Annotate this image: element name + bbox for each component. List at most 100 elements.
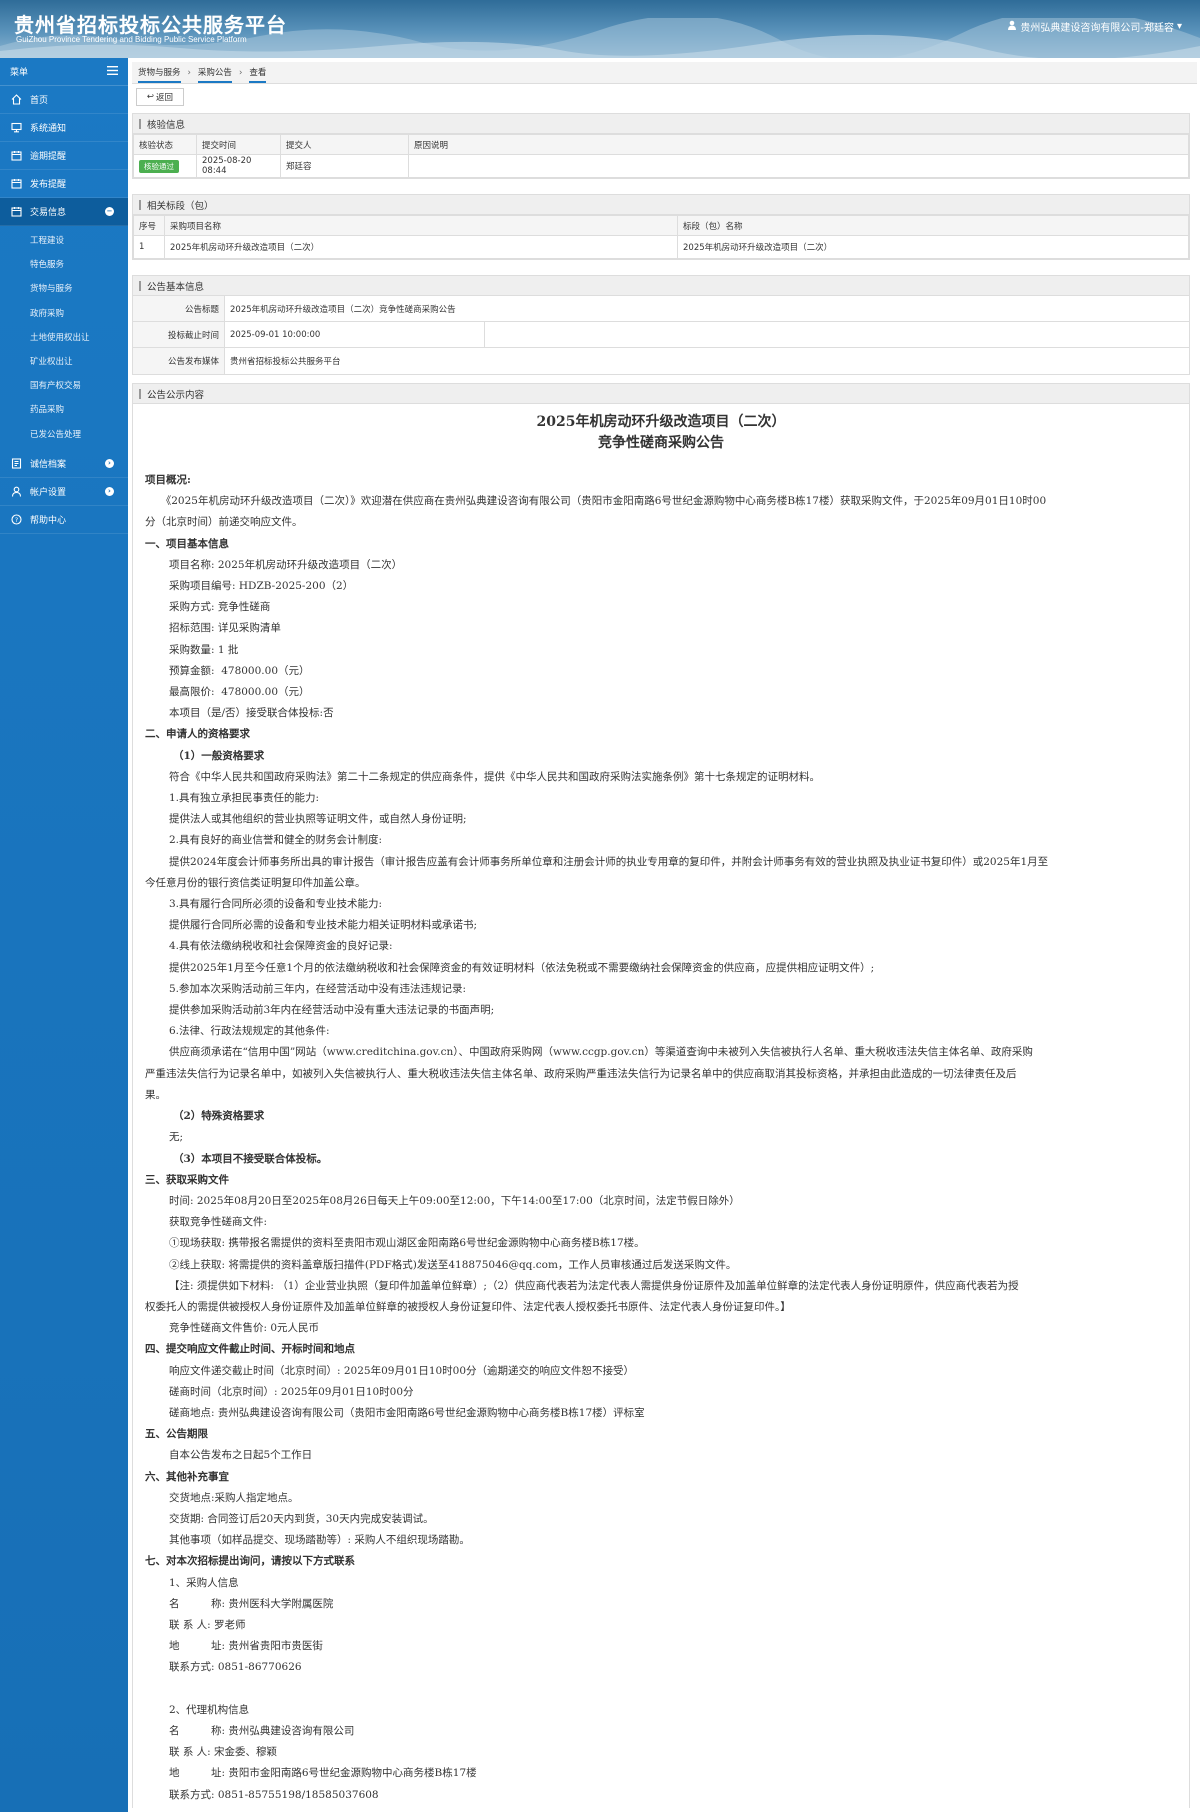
notice-line: 竞争性磋商文件售价: 0元人民币: [169, 1322, 320, 1335]
status-badge: 核验通过: [139, 159, 179, 173]
notice-line: 二、申请人的资格要求: [145, 728, 250, 741]
notice-line: 联 系 人: 罗老师: [169, 1618, 246, 1631]
notice-line: 3.具有履行合同所必须的设备和专业技术能力:: [169, 898, 383, 911]
table-row: 核验通过 2025-08-20 08:44 郑廷容: [133, 154, 1189, 178]
column-header: 序号: [133, 215, 165, 236]
submenu-item-mining[interactable]: 矿业权出让: [0, 349, 128, 373]
submit-time: 2025-08-20 08:44: [196, 154, 281, 178]
sidebar-item-overdue[interactable]: 逾期提醒: [0, 142, 128, 170]
user-icon: [10, 485, 22, 497]
monitor-icon: [10, 122, 22, 134]
submenu-item-drug-procurement[interactable]: 药品采购: [0, 397, 128, 421]
breadcrumb-view[interactable]: 查看: [249, 66, 267, 83]
submenu-item-state-property[interactable]: 国有产权交易: [0, 373, 128, 397]
notice-text: 项目概况: 《2025年机房动环升级改造项目（二次）》欢迎潜在供应商在贵州弘典建…: [145, 470, 1177, 1806]
submenu-item-gov-procurement[interactable]: 政府采购: [0, 301, 128, 325]
sidebar-item-publish[interactable]: 发布提醒: [0, 170, 128, 198]
sidebar-item-account[interactable]: 帐户设置 ›: [0, 478, 128, 506]
back-button[interactable]: ↩ 返回: [136, 88, 184, 106]
notice-line: 时间: 2025年08月20日至2025年08月26日每天上午09:00至12:…: [169, 1194, 740, 1207]
breadcrumb-goods-service[interactable]: 货物与服务: [138, 66, 181, 83]
notice-line: 采购方式: 竞争性磋商: [169, 601, 271, 614]
notice-line: 获取竞争性磋商文件:: [169, 1216, 268, 1229]
section-title: 相关标段（包）: [133, 195, 1189, 215]
sidebar-item-credit[interactable]: 诚信档案 ›: [0, 450, 128, 478]
sidebar-item-label: 逾期提醒: [30, 152, 67, 162]
sidebar: 菜单 首页 系统通知 逾期提醒 发布提醒 交易信息 − 工程建设 特色服务 货物…: [0, 58, 128, 1812]
caret-down-icon: ▾: [1176, 21, 1182, 32]
notice-line: 其他事项（如样品提交、现场踏勘等）: 采购人不组织现场踏勘。: [169, 1534, 470, 1547]
review-info-section: 核验信息 核验状态 提交时间 提交人 原因说明 核验通过 2025-08-20 …: [132, 113, 1190, 179]
reason: [408, 154, 1189, 178]
notice-line: 2、代理机构信息: [169, 1703, 250, 1716]
notice-line: 项目名称: 2025年机房动环升级改造项目（二次）: [169, 558, 403, 571]
notice-content-section: 公告公示内容 2025年机房动环升级改造项目（二次） 竞争性磋商采购公告 项目概…: [132, 383, 1190, 1808]
collapse-icon[interactable]: −: [105, 207, 114, 216]
review-table: 核验状态 提交时间 提交人 原因说明 核验通过 2025-08-20 08:44…: [133, 134, 1189, 178]
notice-line: 本项目（是/否）接受联合体投标:否: [169, 707, 334, 720]
notice-line: 提供履行合同所必需的设备和专业技术能力相关证明材料或承诺书;: [169, 919, 478, 932]
section-title: 核验信息: [133, 114, 1189, 134]
notice-line: 预算金额: 478000.00（元）: [169, 664, 310, 677]
notice-line: 4.具有依法缴纳税收和社会保障资金的良好记录:: [169, 940, 393, 953]
notice-line: 1、采购人信息: [169, 1576, 239, 1589]
expand-icon[interactable]: ›: [105, 486, 114, 496]
help-icon: ?: [10, 513, 22, 525]
notice-line: 提供参加采购活动前3年内在经营活动中没有重大违法记录的书面声明;: [169, 1004, 495, 1017]
notice-line: 提供法人或其他组织的营业执照等证明文件，或自然人身份证明;: [169, 813, 467, 826]
publish-media-value: 贵州省招标投标公共服务平台: [230, 357, 341, 367]
notice-line: 六、其他补充事宜: [145, 1470, 229, 1483]
user-name: 贵州弘典建设咨询有限公司-郑廷容: [1020, 23, 1174, 34]
sidebar-item-notifications[interactable]: 系统通知: [0, 114, 128, 142]
notice-title-value: 2025年机房动环升级改造项目（二次）竞争性磋商采购公告: [230, 304, 456, 315]
notice-line: 无;: [169, 1131, 184, 1144]
platform-title: 贵州省招标投标公共服务平台: [14, 13, 287, 37]
notice-line: （2）特殊资格要求: [173, 1110, 265, 1123]
breadcrumb-procurement-notice[interactable]: 采购公告: [197, 66, 232, 83]
submenu-item-land-use[interactable]: 土地使用权出让: [0, 325, 128, 349]
user-menu[interactable]: 贵州弘典建设咨询有限公司-郑廷容 ▾: [1007, 19, 1182, 34]
notice-line: 5.参加本次采购活动前三年内，在经营活动中没有违法违规记录:: [169, 982, 467, 995]
calendar-icon: [10, 178, 22, 190]
back-icon: ↩: [146, 92, 155, 102]
notice-line: 今任意月份的银行资信类证明复印件加盖公章。: [145, 876, 366, 889]
sidebar-item-trade-info[interactable]: 交易信息 −: [0, 198, 128, 226]
notice-line: 《2025年机房动环升级改造项目（二次）》欢迎潜在供应商在贵州弘典建设咨询有限公…: [145, 495, 1047, 508]
column-header: 提交人: [280, 134, 409, 155]
submenu-item-engineering[interactable]: 工程建设: [0, 228, 128, 252]
sidebar-item-label: 系统通知: [30, 124, 67, 134]
notice-line: 五、公告期限: [145, 1428, 208, 1441]
column-header: 提交时间: [196, 134, 281, 155]
notice-line: 名 称: 贵州弘典建设咨询有限公司: [169, 1724, 355, 1737]
chevron-right-icon: ›: [238, 67, 243, 78]
notice-line: 6.法律、行政法规规定的其他条件:: [169, 1025, 330, 1038]
section-title: 公告基本信息: [133, 276, 1189, 296]
section-name: 2025年机房动环升级改造项目（二次）: [677, 235, 1189, 259]
sidebar-item-label: 诚信档案: [30, 459, 67, 470]
notice-line: 1.具有独立承担民事责任的能力:: [169, 792, 320, 805]
book-icon: [10, 457, 22, 469]
menu-toggle-icon[interactable]: [107, 65, 118, 78]
svg-text:?: ?: [14, 516, 17, 524]
notice-line: 交货期: 合同签订后20天内到货，30天内完成安装调试。: [169, 1512, 434, 1525]
user-icon: [1007, 20, 1017, 33]
project-name: 2025年机房动环升级改造项目（二次）: [164, 235, 678, 259]
submenu-item-special-service[interactable]: 特色服务: [0, 252, 128, 276]
sections-table: 序号 采购项目名称 标段（包）名称 1 2025年机房动环升级改造项目（二次） …: [133, 215, 1189, 259]
sidebar-item-home[interactable]: 首页: [0, 86, 128, 114]
notice-line: 一、项目基本信息: [145, 537, 229, 550]
info-label: 投标截止时间: [133, 322, 225, 347]
notice-line: [145, 1679, 1177, 1700]
sidebar-item-help[interactable]: ? 帮助中心: [0, 506, 128, 534]
submenu-item-published-notices[interactable]: 已发公告处理: [0, 422, 128, 446]
notice-line: 果。: [145, 1088, 166, 1101]
notice-line: 名 称: 贵州医科大学附属医院: [169, 1597, 334, 1610]
expand-icon[interactable]: ›: [105, 458, 114, 468]
column-header: 原因说明: [408, 134, 1189, 155]
home-icon: [10, 94, 22, 106]
notice-line: 地 址: 贵州省贵阳市贵医街: [169, 1640, 323, 1653]
submenu-item-goods-service[interactable]: 货物与服务: [0, 276, 128, 300]
back-button-label: 返回: [156, 93, 174, 103]
notice-line: 招标范围: 详见采购清单: [169, 622, 281, 635]
calendar-icon: [10, 150, 22, 162]
